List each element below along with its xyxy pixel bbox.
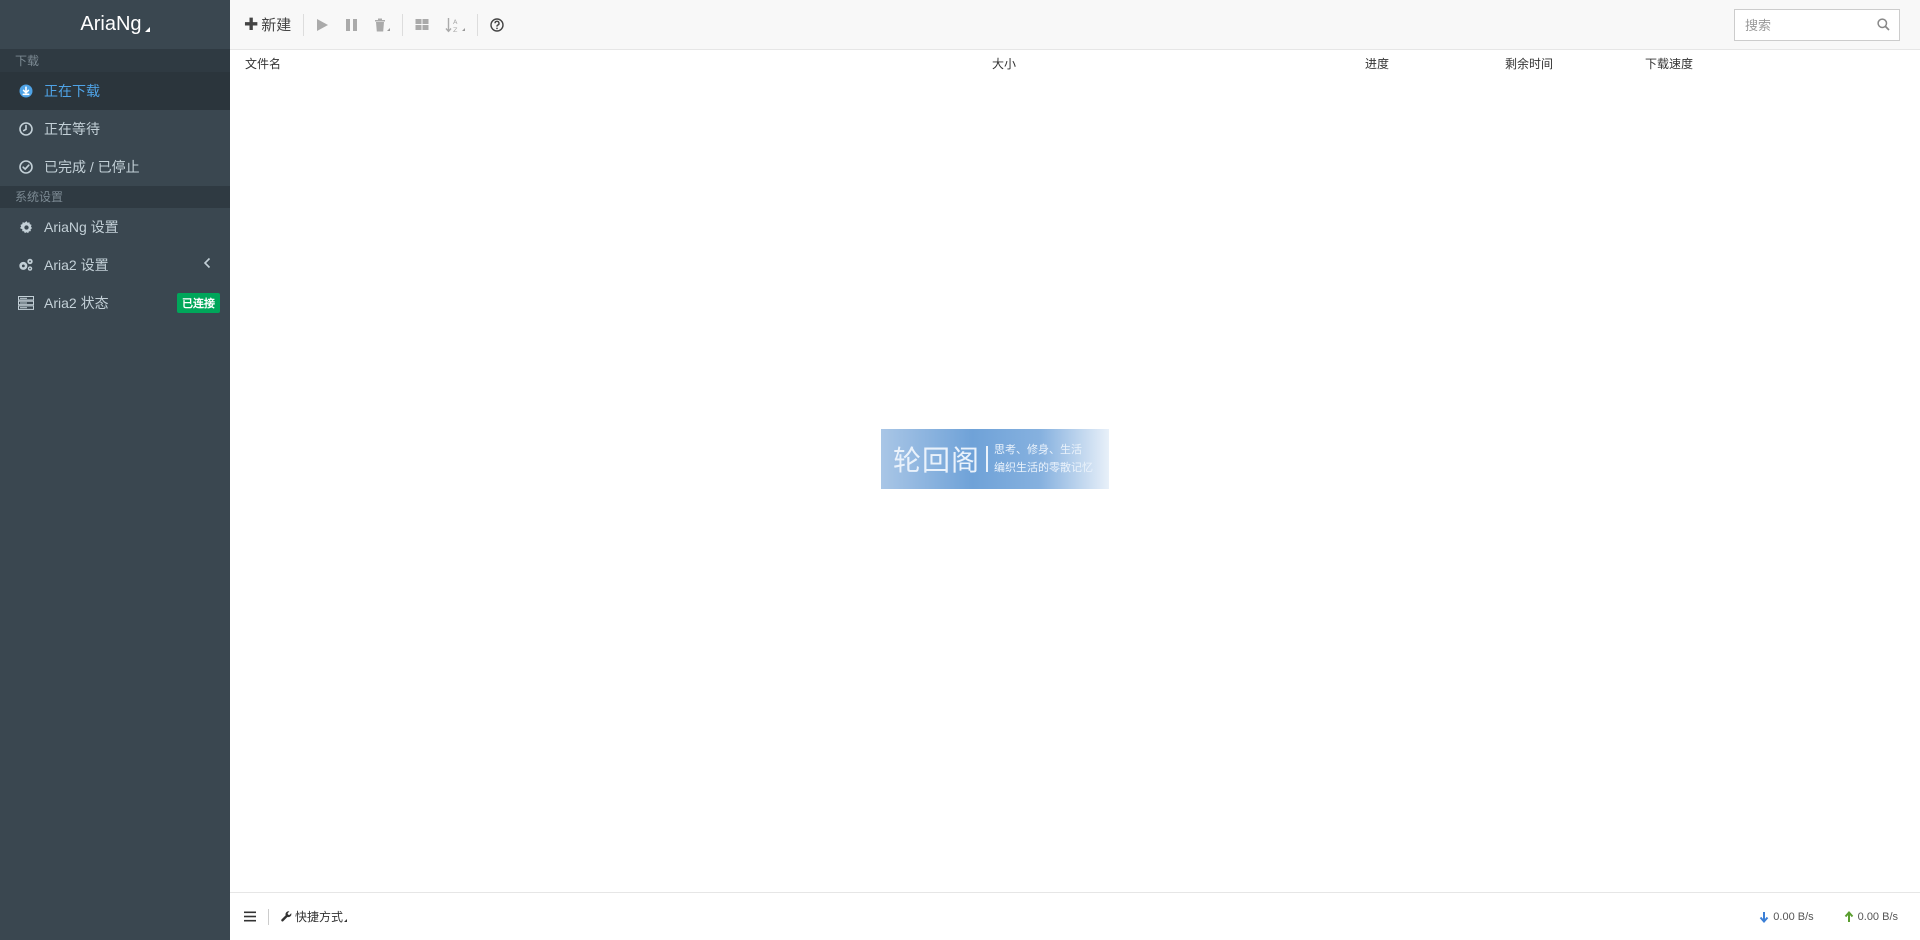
sidebar-item-label: Aria2 状态 (44, 295, 109, 311)
new-task-button[interactable]: ✚ 新建 (230, 0, 299, 50)
sidebar-item-waiting[interactable]: 正在等待 (0, 110, 230, 148)
sidebar-item-label: Aria2 设置 (44, 257, 109, 273)
trash-icon (375, 18, 386, 31)
section-header-settings: 系统设置 (0, 186, 230, 208)
section-header-downloads: 下载 (0, 50, 230, 72)
sidebar-item-aria2-status[interactable]: Aria2 状态 已连接 (0, 284, 230, 322)
toolbar-divider (402, 13, 404, 36)
status-badge: 已连接 (177, 293, 220, 313)
wrench-icon (281, 911, 292, 922)
sidebar-item-label: 正在等待 (44, 121, 100, 137)
watermark-logo: 轮回阁 思考、修身、生活 编织生活的零散记忆 (881, 429, 1109, 489)
watermark-line-1: 思考、修身、生活 (994, 444, 1083, 456)
sort-button[interactable]: AZ (437, 0, 473, 50)
footer-divider (268, 908, 269, 925)
column-header-filename[interactable]: 文件名 (245, 55, 281, 72)
column-header-progress[interactable]: 进度 (1365, 55, 1389, 72)
pause-icon (346, 18, 358, 31)
help-button[interactable] (482, 0, 512, 50)
watermark-divider (986, 446, 989, 472)
sidebar-item-label: AriaNg 设置 (44, 219, 119, 235)
start-button[interactable] (308, 0, 337, 50)
arrow-down-icon (1760, 912, 1769, 923)
clock-icon (18, 121, 34, 137)
display-order-button[interactable] (407, 0, 437, 50)
shortcut-label: 快捷方式 (295, 910, 344, 924)
toolbar: ✚ 新建 AZ (230, 0, 1920, 50)
watermark-line-2: 编织生活的零散记忆 (994, 462, 1094, 474)
task-table-header: 文件名 大小 进度 剩余时间 下载速度 (230, 51, 1920, 73)
sidebar-item-downloading[interactable]: 正在下载 (0, 72, 230, 110)
search-icon[interactable] (1877, 18, 1890, 34)
watermark-title: 轮回阁 (893, 444, 981, 477)
sidebar: AriaNg 下载 正在下载 正在等待 已完成 / 已停止 系统设置 AriaN… (0, 0, 230, 940)
gears-icon (18, 257, 34, 273)
status-bar: 快捷方式 0.00 B/s 0.00 B/s (230, 892, 1920, 940)
grid-icon (415, 18, 429, 30)
app-logo[interactable]: AriaNg (0, 0, 230, 50)
chevron-left-icon[interactable] (202, 256, 212, 274)
sidebar-item-stopped[interactable]: 已完成 / 已停止 (0, 148, 230, 186)
global-speed: 0.00 B/s 0.00 B/s (1729, 893, 1898, 940)
caret-down-icon (144, 27, 150, 32)
search-box (1734, 9, 1900, 41)
app-title: AriaNg (80, 13, 142, 35)
download-circle-icon (18, 83, 34, 99)
column-header-remaining-time[interactable]: 剩余时间 (1505, 55, 1553, 72)
play-icon (317, 18, 329, 31)
caret-down-icon (344, 919, 348, 922)
sidebar-toggle-button[interactable] (230, 911, 256, 922)
toolbar-divider (303, 13, 305, 36)
check-circle-icon (18, 159, 34, 175)
hamburger-icon (244, 911, 256, 922)
gear-icon (18, 219, 34, 235)
download-speed-value: 0.00 B/s (1773, 911, 1814, 923)
server-icon (18, 295, 34, 311)
upload-speed-value: 0.00 B/s (1857, 911, 1898, 923)
new-task-label: 新建 (261, 17, 292, 34)
watermark-slogan: 思考、修身、生活 编织生活的零散记忆 (994, 441, 1093, 477)
caret-down-icon (462, 28, 466, 31)
sidebar-item-label: 已完成 / 已停止 (44, 159, 140, 175)
toolbar-divider (477, 13, 479, 36)
pause-button[interactable] (337, 0, 366, 50)
sort-alpha-icon: AZ (445, 17, 458, 33)
arrow-up-icon (1844, 911, 1853, 922)
upload-speed: 0.00 B/s (1844, 911, 1898, 923)
svg-text:Z: Z (453, 26, 458, 33)
column-header-download-speed[interactable]: 下载速度 (1645, 55, 1693, 72)
search-input[interactable] (1745, 17, 1870, 33)
svg-text:A: A (453, 18, 458, 26)
column-header-size[interactable]: 大小 (992, 55, 1016, 72)
sidebar-item-aria2-settings[interactable]: Aria2 设置 (0, 246, 230, 284)
download-speed: 0.00 B/s (1759, 911, 1814, 923)
delete-button[interactable] (366, 0, 398, 50)
shortcut-button[interactable]: 快捷方式 (281, 908, 348, 925)
plus-icon: ✚ (244, 14, 259, 34)
question-circle-icon (490, 17, 504, 32)
caret-down-icon (387, 28, 391, 31)
sidebar-item-label: 正在下载 (44, 83, 100, 99)
sidebar-item-ariang-settings[interactable]: AriaNg 设置 (0, 208, 230, 246)
